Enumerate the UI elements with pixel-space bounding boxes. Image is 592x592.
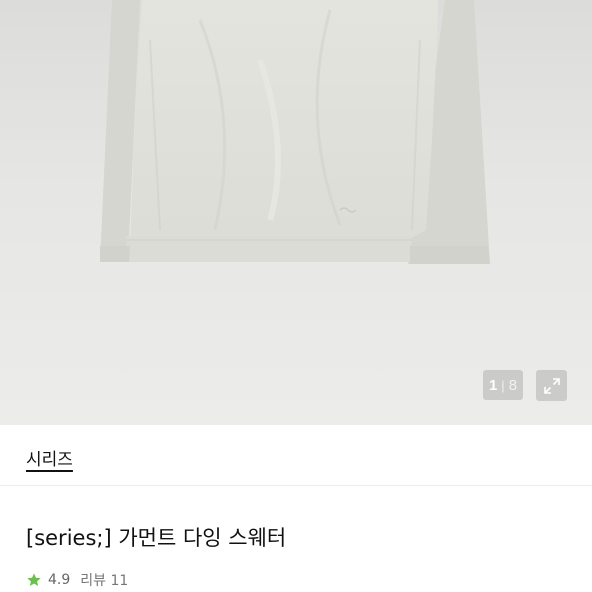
review-count-link[interactable]: 리뷰 11 bbox=[80, 570, 128, 590]
expand-button[interactable] bbox=[536, 370, 567, 401]
brand-section bbox=[0, 425, 592, 486]
rating-score: 4.9 bbox=[48, 572, 71, 588]
product-image-gallery[interactable]: 1 | 8 bbox=[0, 0, 592, 425]
image-counter-separator: | bbox=[501, 377, 505, 393]
image-counter: 1 | 8 bbox=[483, 370, 523, 400]
sweater-product-image bbox=[100, 0, 490, 264]
image-counter-total: 8 bbox=[508, 376, 518, 394]
expand-icon bbox=[543, 377, 560, 394]
star-icon bbox=[27, 573, 41, 586]
image-counter-current: 1 bbox=[488, 376, 498, 394]
brand-link[interactable]: 시리즈 bbox=[26, 445, 73, 470]
product-title: [series;] 가먼트 다잉 스웨터 bbox=[26, 526, 287, 550]
product-rating[interactable]: 4.9 리뷰 11 bbox=[26, 570, 128, 590]
product-detail-page: 1 | 8 시리즈 [series;] 가먼트 다잉 스웨터 4.9 리뷰 11 bbox=[0, 0, 592, 592]
